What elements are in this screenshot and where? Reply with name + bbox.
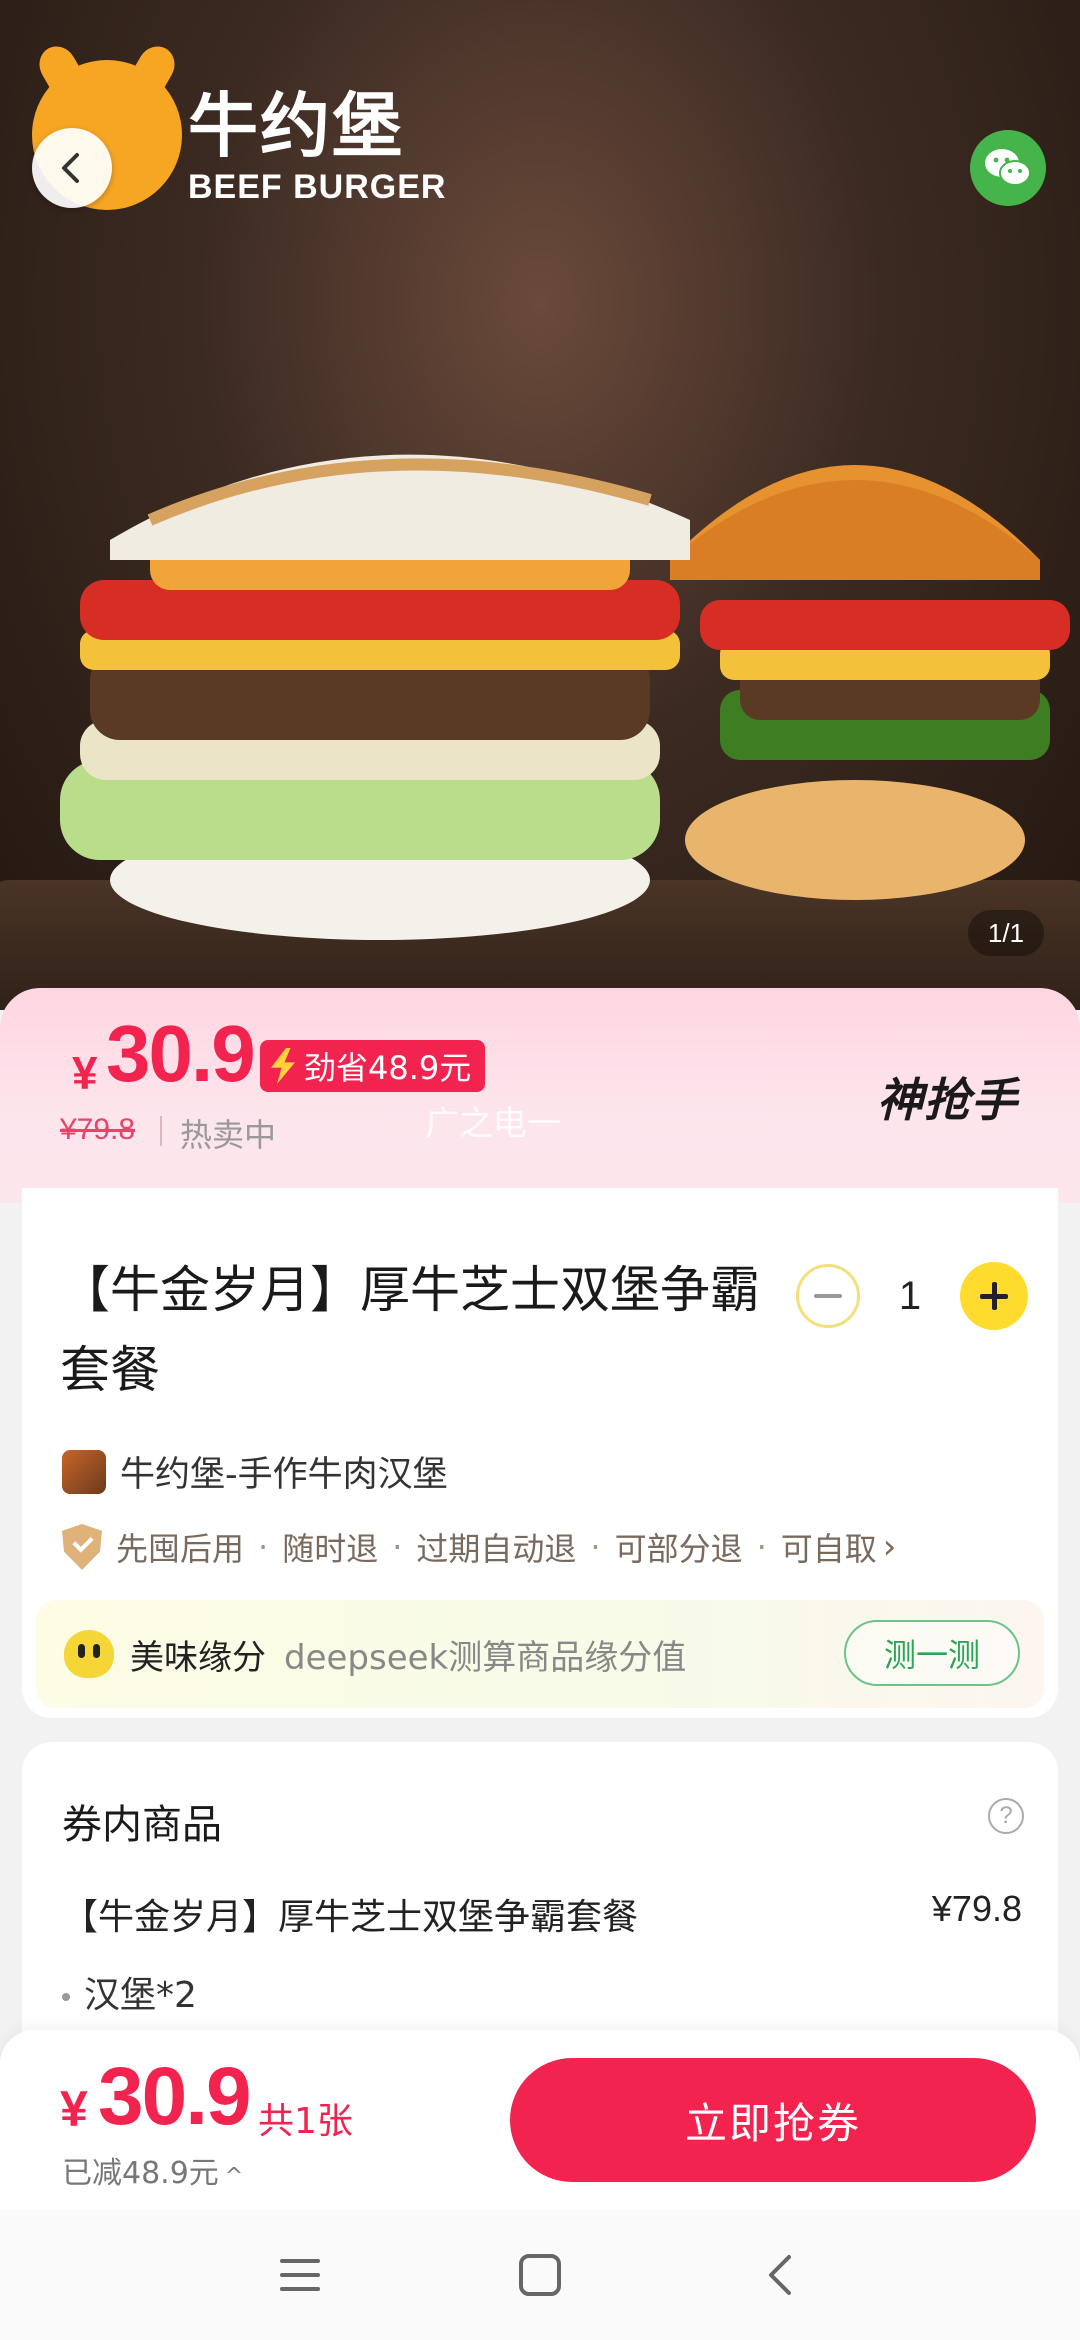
service-item: 可部分退 (614, 1530, 743, 1568)
system-navigation-bar (0, 2210, 1080, 2340)
square-icon (519, 2254, 561, 2296)
lightning-icon (271, 1048, 295, 1084)
help-icon[interactable]: ? (988, 1798, 1024, 1834)
total-price: 30.9 (98, 2051, 252, 2142)
price-banner: ¥ 30.9 劲省48.9元 ¥79.8 热卖中 广之电一 神抢手 (0, 988, 1080, 1203)
item-name: 【牛金岁月】厚牛芝士双堡争霸套餐 (62, 1897, 639, 1938)
savings-label: 劲省48.9元 (304, 1049, 472, 1087)
image-page-indicator: 1/1 (968, 910, 1044, 956)
service-item: 随时退 (282, 1530, 379, 1568)
wechat-share-button[interactable] (970, 130, 1046, 206)
match-label: 美味缘分 (130, 1637, 266, 1678)
increase-quantity-button[interactable] (960, 1262, 1028, 1330)
discount-detail-toggle[interactable]: 已减48.9元 ^ (62, 2148, 243, 2192)
back-arrow-icon (769, 2255, 791, 2295)
decrease-quantity-button[interactable] (796, 1264, 860, 1328)
discount-amount: 已减48.9元 (62, 2156, 219, 2191)
wechat-icon (985, 149, 1031, 186)
brand-name-cn: 牛约堡 (188, 85, 404, 167)
watermark-text: 广之电一 (425, 1104, 561, 1144)
quantity-stepper: 1 (796, 1262, 1028, 1330)
total-currency: ¥ (60, 2081, 88, 2137)
shop-name: 牛约堡-手作牛肉汉堡 (120, 1455, 448, 1495)
product-info-card: 【牛金岁月】厚牛芝士双堡争霸套餐 1 牛约堡-手作牛肉汉堡 先囤后用 · 随时退… (22, 1188, 1058, 1718)
back-button[interactable] (32, 128, 112, 208)
item-price: ¥79.8 (931, 1888, 1022, 1929)
divider (160, 1116, 162, 1146)
product-hero-image: 牛约堡 BEEF BURGER 1/1 (0, 0, 1080, 1010)
partner-brand-logo: 神抢手 (877, 1073, 1018, 1127)
chevron-up-icon: ^ (224, 2164, 244, 2189)
separator-dot: · (590, 1528, 601, 1566)
home-button[interactable] (500, 2235, 580, 2315)
bullet-icon (62, 1993, 70, 2001)
shield-icon (62, 1524, 102, 1570)
recent-apps-button[interactable] (260, 2235, 340, 2315)
shop-avatar (62, 1449, 106, 1494)
quantity-value: 1 (898, 1273, 922, 1318)
brand-name-en: BEEF BURGER (188, 168, 447, 206)
voucher-count: 共1张 (258, 2101, 353, 2142)
service-item: 可自取 (780, 1530, 877, 1568)
service-item: 过期自动退 (416, 1530, 577, 1568)
sale-status: 热卖中 (180, 1116, 277, 1154)
list-item: 【牛金岁月】厚牛芝士双堡争霸套餐 ¥79.8 (62, 1888, 1022, 1940)
smiley-face-icon (64, 1630, 114, 1678)
savings-badge: 劲省48.9元 (260, 1040, 486, 1092)
menu-icon (280, 2259, 320, 2291)
deal-price: 30.9 (106, 1009, 256, 1098)
shop-link[interactable]: 牛约堡-手作牛肉汉堡 (62, 1446, 448, 1497)
separator-dot: · (258, 1528, 269, 1566)
purchase-bar: ¥ 30.9 共1张 已减48.9元 ^ 立即抢券 (0, 2030, 1080, 2210)
system-back-button[interactable] (740, 2235, 820, 2315)
separator-dot: · (756, 1528, 767, 1566)
taste-match-banner: 美味缘分 deepseek测算商品缘分值 测一测 (36, 1600, 1044, 1708)
chevron-right-icon: › (882, 1527, 897, 1567)
chevron-left-icon (62, 153, 79, 183)
service-item: 先囤后用 (116, 1530, 245, 1568)
test-match-button[interactable]: 测一测 (844, 1620, 1020, 1686)
separator-dot: · (392, 1528, 403, 1566)
section-title: 券内商品 (62, 1802, 222, 1848)
price-currency: ¥ (72, 1047, 98, 1099)
match-description: deepseek测算商品缘分值 (284, 1637, 687, 1678)
buy-now-button[interactable]: 立即抢券 (510, 2058, 1036, 2182)
sub-item-label: 汉堡*2 (84, 1975, 197, 2016)
sub-item: 汉堡*2 (62, 1966, 197, 2018)
product-title: 【牛金岁月】厚牛芝士双堡争霸套餐 (60, 1261, 760, 1399)
service-guarantees[interactable]: 先囤后用 · 随时退 · 过期自动退 · 可部分退 · 可自取 › (62, 1524, 896, 1570)
original-price: ¥79.8 (60, 1113, 136, 1146)
